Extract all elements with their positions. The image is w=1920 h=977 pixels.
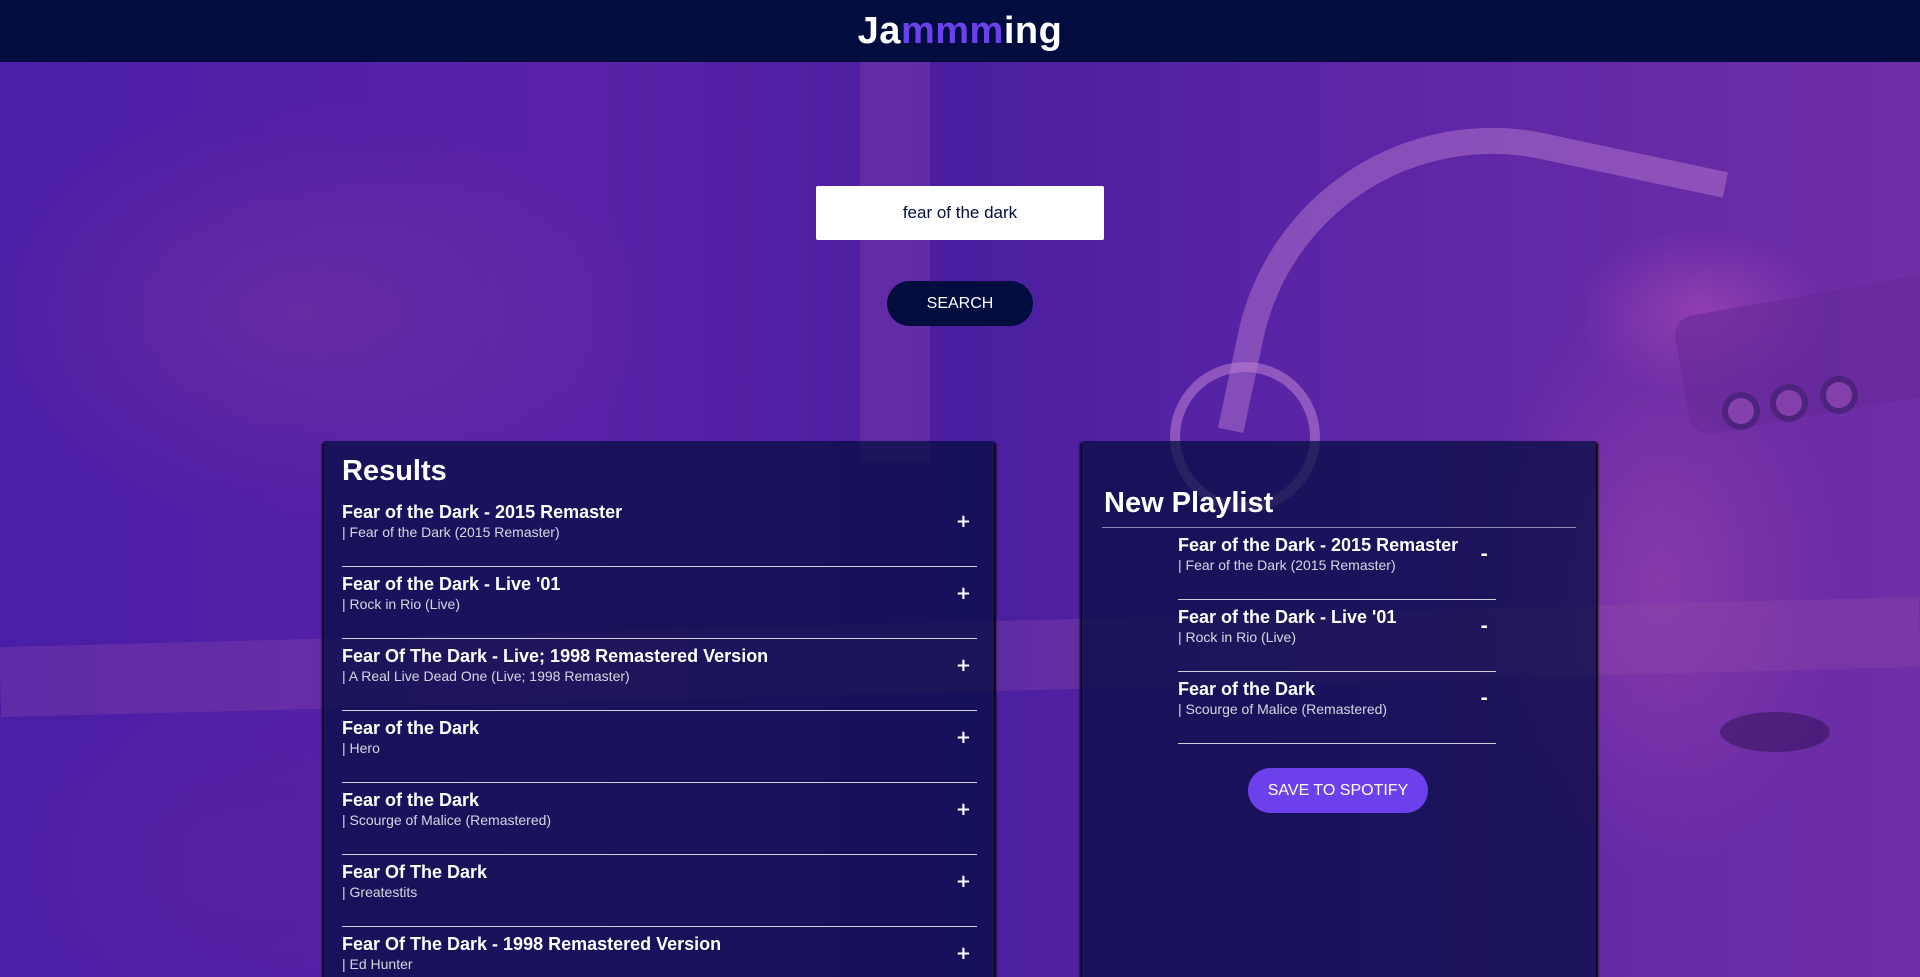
search-button[interactable]: SEARCH <box>887 281 1033 326</box>
track-name: Fear of the Dark - Live '01 <box>1178 607 1397 627</box>
add-track-button[interactable]: + <box>956 799 971 820</box>
add-track-button[interactable]: + <box>956 583 971 604</box>
track-album: | Scourge of Malice (Remastered) <box>1178 701 1388 717</box>
track-row: Fear Of The Dark - Live; 1998 Remastered… <box>342 639 977 711</box>
results-track-list: Fear of the Dark - 2015 Remaster | Fear … <box>342 495 977 977</box>
logo-prefix: Ja <box>857 10 901 52</box>
playlist-name-input[interactable]: New Playlist <box>1102 485 1576 528</box>
cap-snap <box>1722 392 1760 430</box>
track-row: Fear of the Dark - 2015 Remaster | Fear … <box>1178 528 1496 600</box>
playlist-panel: New Playlist Fear of the Dark - 2015 Rem… <box>1082 441 1596 977</box>
app-header: Jammming <box>0 0 1920 62</box>
add-track-button[interactable]: + <box>956 943 971 964</box>
track-album: | Scourge of Malice (Remastered) <box>342 812 552 828</box>
track-album: | Hero <box>342 740 380 756</box>
track-row: Fear of the Dark | Scourge of Malice (Re… <box>1178 672 1496 744</box>
add-track-button[interactable]: + <box>956 511 971 532</box>
save-to-spotify-button[interactable]: SAVE TO SPOTIFY <box>1248 768 1428 813</box>
track-name: Fear Of The Dark - 1998 Remastered Versi… <box>342 934 722 954</box>
track-album: | Rock in Rio (Live) <box>1178 629 1297 645</box>
track-album: | Fear of the Dark (2015 Remaster) <box>1178 557 1396 573</box>
logo-suffix: ing <box>1003 10 1063 52</box>
remove-track-button[interactable]: - <box>1481 616 1488 637</box>
track-row: Fear of the Dark - Live '01 | Rock in Ri… <box>342 567 977 639</box>
track-name: Fear Of The Dark - Live; 1998 Remastered… <box>342 646 769 666</box>
track-album: | A Real Live Dead One (Live; 1998 Remas… <box>342 668 630 684</box>
background-stripe <box>860 62 930 462</box>
app-logo: Jammming <box>858 10 1063 52</box>
add-track-button[interactable]: + <box>956 655 971 676</box>
track-row: Fear of the Dark | Scourge of Malice (Re… <box>342 783 977 855</box>
track-album: | Ed Hunter <box>342 956 413 972</box>
remove-track-button[interactable]: - <box>1481 688 1488 709</box>
track-row: Fear Of The Dark | Greatestits + <box>342 855 977 927</box>
track-row: Fear of the Dark - Live '01 | Rock in Ri… <box>1178 600 1496 672</box>
add-track-button[interactable]: + <box>956 871 971 892</box>
search-input[interactable] <box>816 186 1104 240</box>
track-name: Fear of the Dark - Live '01 <box>342 574 561 594</box>
track-name: Fear of the Dark <box>342 718 480 738</box>
face-eye <box>1720 712 1830 752</box>
track-album: | Rock in Rio (Live) <box>342 596 461 612</box>
track-name: Fear of the Dark <box>342 790 480 810</box>
logo-highlight: mmm <box>900 10 1004 52</box>
track-row: Fear of the Dark - 2015 Remaster | Fear … <box>342 495 977 567</box>
playlist-track-list: Fear of the Dark - 2015 Remaster | Fear … <box>1178 528 1496 744</box>
track-row: Fear Of The Dark - 1998 Remastered Versi… <box>342 927 977 977</box>
track-name: Fear of the Dark - 2015 Remaster <box>342 502 623 522</box>
track-name: Fear of the Dark <box>1178 679 1316 699</box>
results-title: Results <box>342 455 447 487</box>
cap-snap <box>1820 376 1858 414</box>
track-row: Fear of the Dark | Hero + <box>342 711 977 783</box>
track-album: | Greatestits <box>342 884 418 900</box>
track-name: Fear of the Dark - 2015 Remaster <box>1178 535 1459 555</box>
cap-snap <box>1770 384 1808 422</box>
track-album: | Fear of the Dark (2015 Remaster) <box>342 524 560 540</box>
add-track-button[interactable]: + <box>956 727 971 748</box>
track-name: Fear Of The Dark <box>342 862 488 882</box>
results-panel: Results Fear of the Dark - 2015 Remaster… <box>324 441 994 977</box>
remove-track-button[interactable]: - <box>1481 544 1488 565</box>
